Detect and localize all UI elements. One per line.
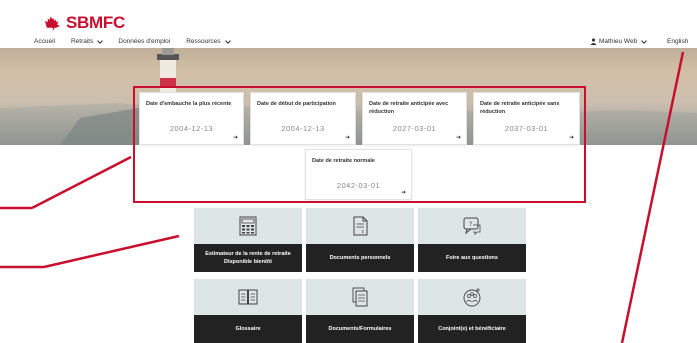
tile-label: Estimateur de la rente de retraite Dispo… — [194, 244, 302, 272]
people-icon — [463, 288, 481, 307]
tile-label: Glossaire — [194, 315, 302, 343]
tile-title: Estimateur de la rente de retraite — [205, 251, 291, 257]
forms-icon — [352, 287, 368, 307]
chevron-down-icon — [97, 37, 104, 44]
tile-forms[interactable]: Documents/Formulaires — [306, 279, 414, 343]
tile-icon-area — [306, 279, 414, 315]
arrow-right-icon: ➜ — [568, 135, 574, 141]
tile-glossary[interactable]: Glossaire — [194, 279, 302, 343]
nav-ressources-label: Ressources — [186, 38, 221, 45]
page: SBMFC Accueil Retraits Données d'emploi … — [0, 0, 697, 343]
sbmfc-logo[interactable]: SBMFC — [44, 13, 125, 33]
nav-ressources[interactable]: Ressources — [186, 37, 231, 45]
date-card-participation[interactable]: Date de début de participation 2004-12-1… — [250, 92, 356, 145]
tile-icon-area — [418, 279, 526, 315]
tile-spouse-beneficiary[interactable]: Conjoint(e) et bénéficiaire — [418, 279, 526, 343]
tile-label: Conjoint(e) et bénéficiaire — [418, 315, 526, 343]
book-icon — [238, 289, 258, 305]
date-card-early-reduced[interactable]: Date de retraite anticipée avec réductio… — [362, 92, 467, 145]
date-card-label: Date de retraite normale — [312, 158, 375, 164]
svg-text:$: $ — [362, 229, 365, 234]
tile-personal-documents[interactable]: $ Documents personnels — [306, 208, 414, 272]
nav-retraits-label: Retraits — [70, 38, 94, 45]
tile-icon-area: ? — [418, 208, 526, 244]
arrow-right-icon: ➜ — [344, 135, 350, 141]
chevron-down-icon — [224, 37, 231, 44]
nav-retraits[interactable]: Retraits — [70, 37, 104, 45]
tile-label: Documents personnels — [306, 244, 414, 272]
user-menu[interactable]: Mathieu Web — [590, 37, 648, 45]
logo-text: SBMFC — [66, 13, 125, 32]
date-card-label: Date de retraite anticipée sans réductio… — [480, 101, 560, 115]
tile-label: Documents/Formulaires — [306, 315, 414, 343]
language-toggle[interactable]: English — [667, 38, 688, 45]
date-card-label: Date d'embauche la plus récente — [146, 101, 232, 107]
tile-icon-area: $ — [306, 208, 414, 244]
date-card-value: 2004-12-13 — [281, 124, 325, 133]
question-bubble-icon: ? — [463, 217, 481, 235]
document-icon: $ — [353, 216, 368, 236]
date-card-value: 2042-03-01 — [336, 181, 381, 190]
chevron-down-icon — [641, 37, 648, 44]
date-card-hire[interactable]: Date d'embauche la plus récente 2004-12-… — [139, 92, 244, 145]
user-name: Mathieu Web — [599, 38, 638, 45]
tile-pension-estimator[interactable]: Estimateur de la rente de retraite Dispo… — [194, 208, 302, 272]
calculator-icon — [239, 216, 257, 236]
date-card-value: 2027-03-01 — [392, 124, 437, 133]
tile-title: Documents personnels — [329, 255, 391, 261]
tile-icon-area — [194, 208, 302, 244]
date-card-normal[interactable]: Date de retraite normale 2042-03-01 ➜ — [305, 149, 412, 200]
tile-faq[interactable]: ? Foire aux questions — [418, 208, 526, 272]
nav-donnees-emploi-label: Données d'emploi — [118, 38, 171, 45]
date-card-value: 2037-03-01 — [504, 124, 549, 133]
tile-title: Documents/Formulaires — [328, 326, 392, 332]
tile-title: Conjoint(e) et bénéficiaire — [438, 326, 506, 332]
nav-accueil[interactable]: Accueil — [34, 38, 55, 45]
tile-title: Glossaire — [235, 326, 261, 332]
nav-donnees-emploi[interactable]: Données d'emploi — [118, 38, 170, 45]
svg-text:?: ? — [469, 221, 472, 228]
arrow-right-icon: ➜ — [455, 135, 461, 141]
tile-subtitle: Disponible bientôt — [224, 259, 272, 265]
maple-leaf-icon — [44, 16, 61, 31]
tile-icon-area — [194, 279, 302, 315]
date-card-label: Date de début de participation — [257, 101, 336, 107]
user-icon — [590, 38, 597, 45]
date-card-early-unreduced[interactable]: Date de retraite anticipée sans réductio… — [473, 92, 580, 145]
date-card-value: 2004-12-13 — [169, 124, 214, 133]
arrow-right-icon: ➜ — [400, 190, 406, 196]
tile-title: Foire aux questions — [446, 255, 498, 261]
nav-accueil-label: Accueil — [34, 38, 55, 45]
tile-label: Foire aux questions — [418, 244, 526, 272]
main-nav: Accueil Retraits Données d'emploi Ressou… — [34, 37, 246, 45]
date-card-label: Date de retraite anticipée avec réductio… — [369, 101, 449, 115]
arrow-right-icon: ➜ — [232, 135, 238, 141]
